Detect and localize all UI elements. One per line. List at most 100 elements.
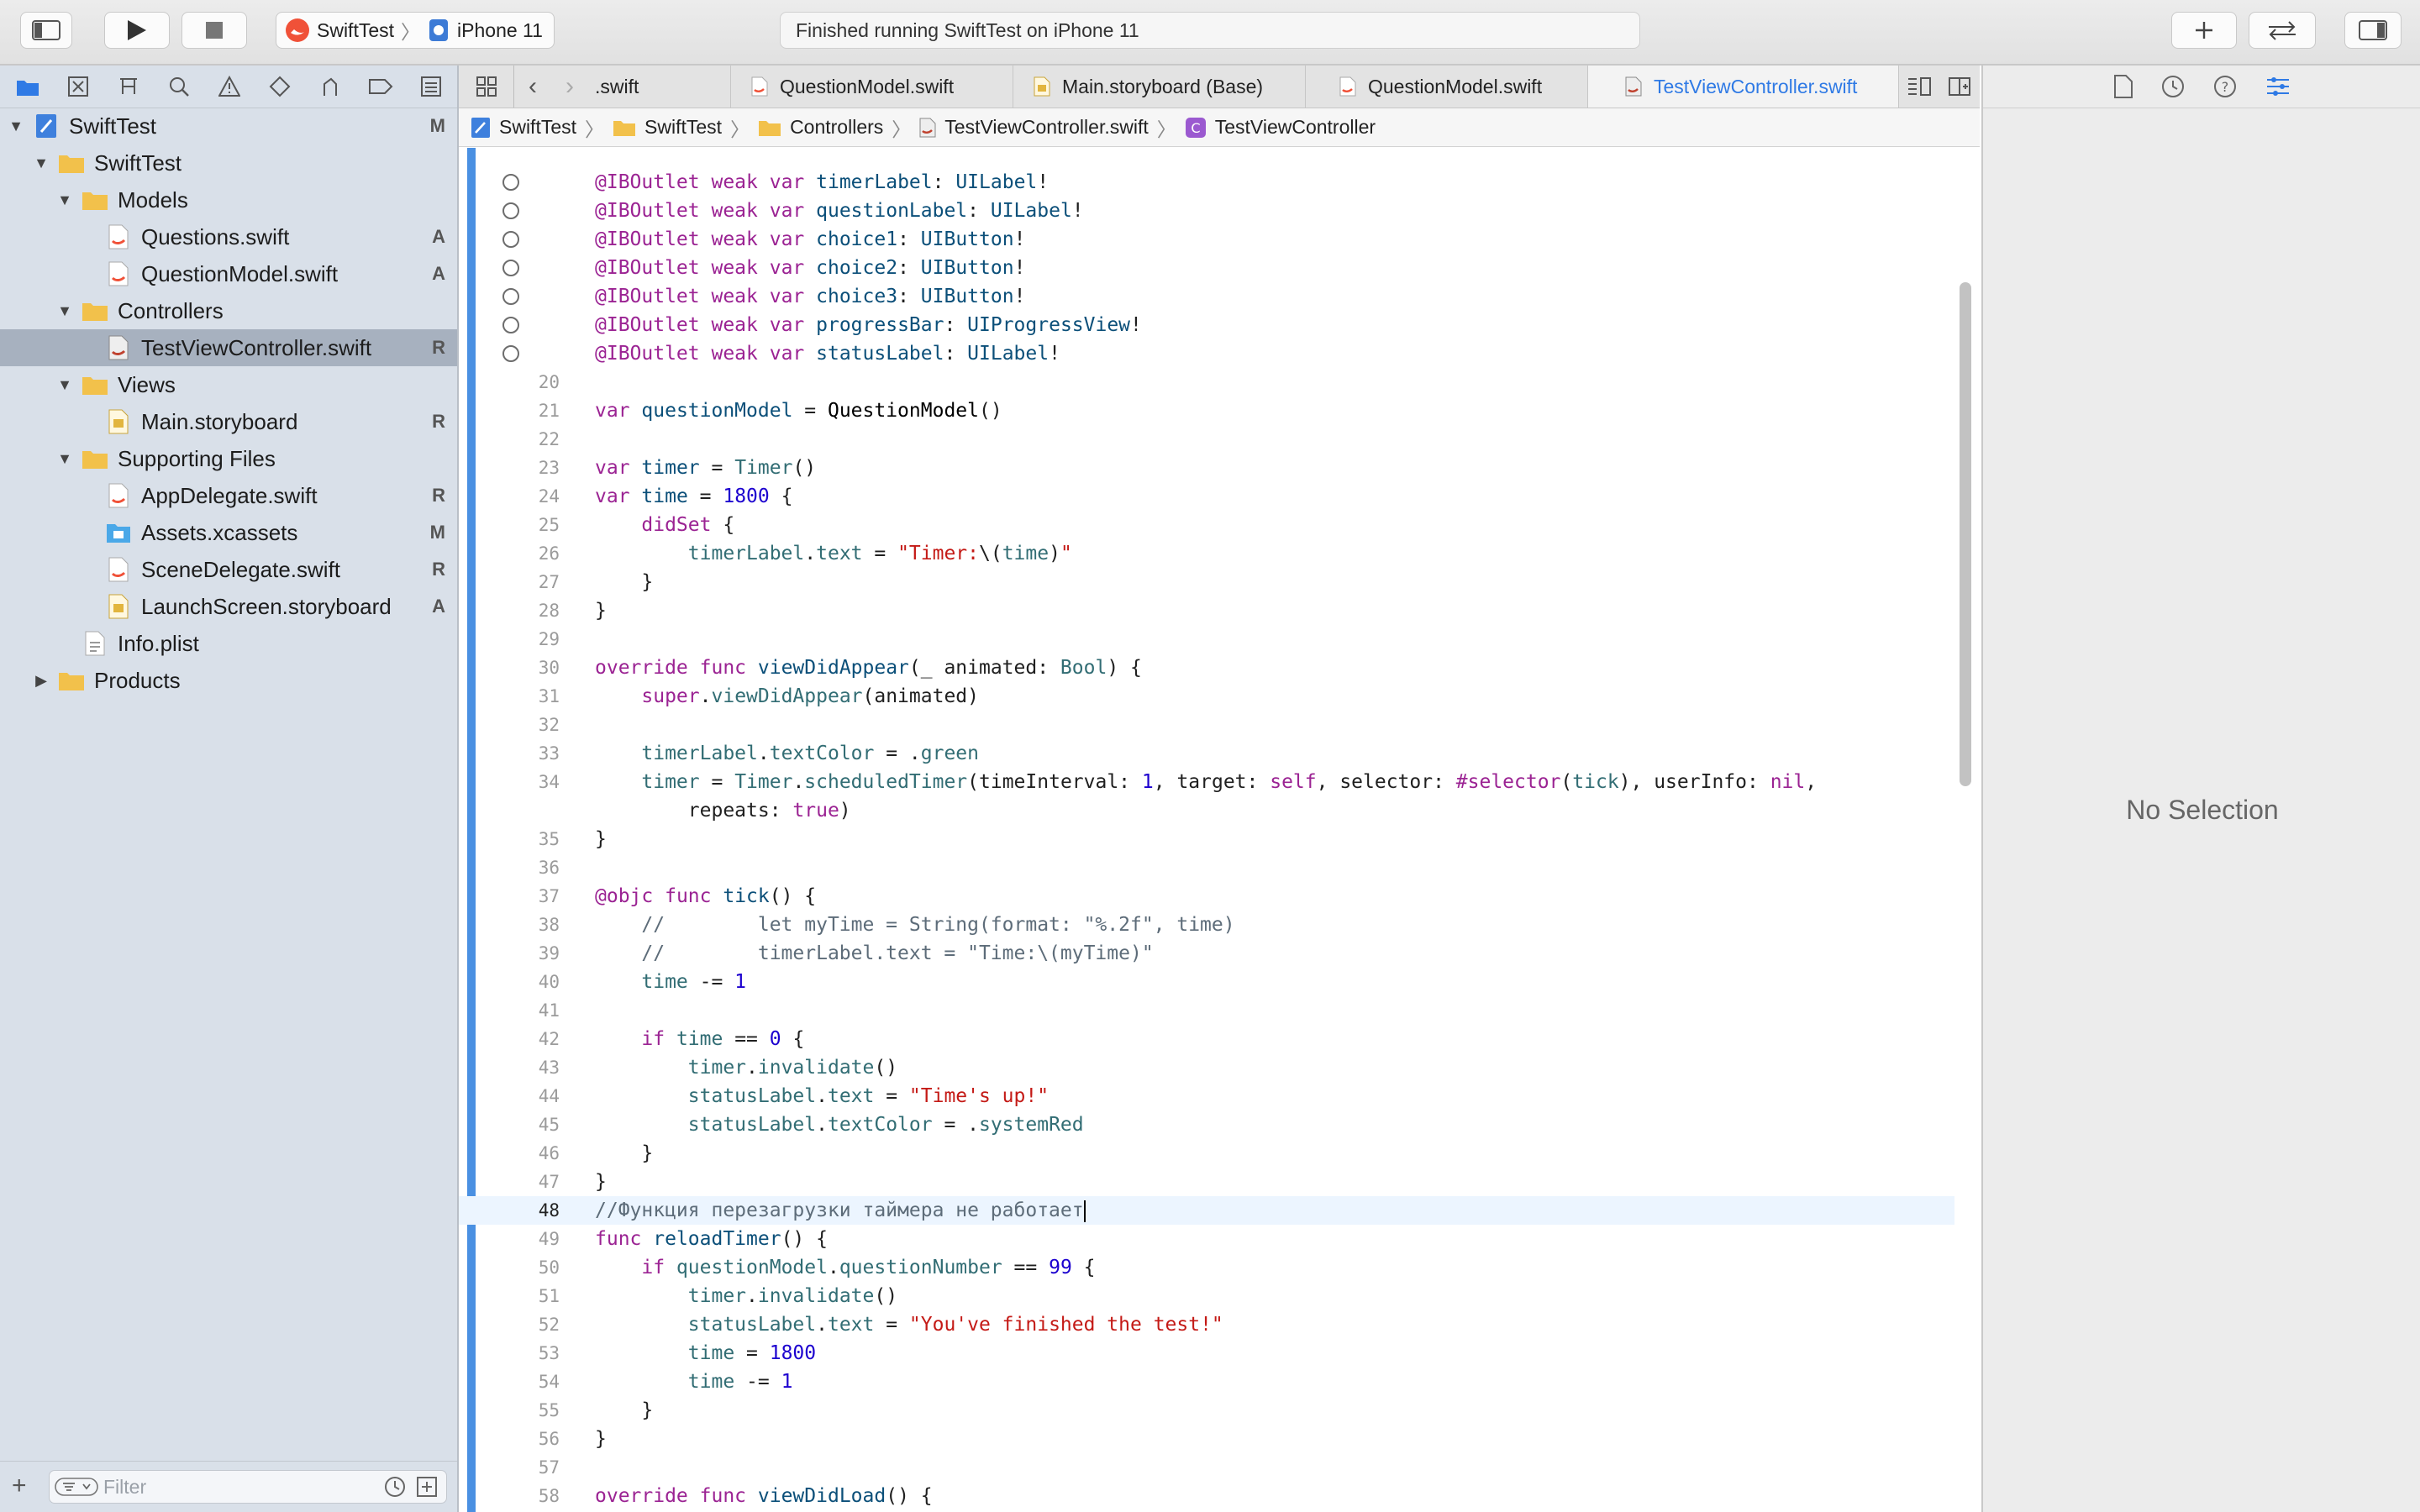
jump-bar-folder[interactable]: Controllers [790, 116, 883, 139]
swift-file-icon [104, 335, 133, 360]
grid-icon[interactable] [459, 66, 514, 108]
scm-status-badge: R [432, 559, 445, 580]
code-line: 55 } [459, 1396, 1954, 1425]
debug-spray-icon[interactable] [318, 74, 343, 99]
scheme-selector[interactable]: SwiftTest 〉 iPhone 11 [276, 12, 555, 49]
outlet-connection-icon[interactable] [502, 202, 519, 219]
tree-row-file[interactable]: LaunchScreen.storyboard A [0, 588, 457, 625]
search-icon[interactable] [166, 74, 192, 99]
tree-item-label: Supporting Files [118, 445, 276, 471]
breakpoint-icon[interactable] [368, 74, 393, 99]
outlet-connection-icon[interactable] [502, 345, 519, 362]
folder-icon[interactable] [15, 74, 40, 99]
tab-questionmodel-2[interactable]: QuestionModel.swift [1306, 66, 1588, 108]
add-file-icon[interactable]: + [12, 1473, 27, 1499]
tree-row-file[interactable]: Questions.swift A [0, 218, 457, 255]
tab-label: .swift [595, 75, 639, 97]
disclosure-open-icon[interactable]: ▼ [55, 192, 74, 209]
storyboard-file-icon [1034, 76, 1050, 97]
tab-swift-file[interactable]: .swift [588, 66, 731, 108]
outlet-connection-icon[interactable] [502, 288, 519, 305]
disclosure-open-icon[interactable]: ▼ [55, 376, 74, 394]
tree-row-file[interactable]: Assets.xcassets M [0, 514, 457, 551]
code-line: 24 var time = 1800 { [459, 482, 1954, 511]
run-button[interactable] [104, 12, 170, 49]
jump-bar-symbol[interactable]: TestViewController [1215, 116, 1376, 139]
tab-label: QuestionModel.swift [780, 75, 955, 97]
tab-questionmodel[interactable]: QuestionModel.swift [731, 66, 1013, 108]
attributes-sliders-icon[interactable] [2265, 75, 2291, 98]
inspector-toggle-button[interactable] [2344, 12, 2402, 49]
line-number: 47 [538, 1172, 560, 1192]
tab-label: TestViewController.swift [1654, 75, 1858, 97]
code-line: 46 } [459, 1139, 1954, 1168]
history-clock-icon[interactable] [2161, 75, 2185, 98]
line-number: 57 [538, 1457, 560, 1478]
disclosure-open-icon[interactable]: ▼ [32, 155, 50, 172]
tree-row-group[interactable]: ▼ Views [0, 366, 457, 403]
report-icon[interactable] [418, 74, 444, 99]
tab-main-storyboard[interactable]: Main.storyboard (Base) [1013, 66, 1306, 108]
scm-status-badge: A [432, 263, 445, 284]
tree-row-file[interactable]: Main.storyboard R [0, 403, 457, 440]
vertical-scrollbar[interactable] [1960, 282, 1971, 786]
disclosure-closed-icon[interactable]: ▶ [32, 672, 50, 690]
code-line: @IBOutlet weak var choice3: UIButton! [459, 282, 1954, 311]
library-button[interactable] [2171, 12, 2237, 49]
source-control-icon[interactable] [66, 74, 91, 99]
tree-row-file[interactable]: SceneDelegate.swift R [0, 551, 457, 588]
line-number: 44 [538, 1086, 560, 1106]
code-line: 23 var timer = Timer() [459, 454, 1954, 482]
code-line: @IBOutlet weak var choice2: UIButton! [459, 254, 1954, 282]
warning-icon[interactable] [217, 74, 242, 99]
tree-row-group[interactable]: ▼ Controllers [0, 292, 457, 329]
tree-row-group[interactable]: ▼ Supporting Files [0, 440, 457, 477]
code-review-button[interactable] [2249, 12, 2316, 49]
outlet-connection-icon[interactable] [502, 260, 519, 276]
tree-row-file[interactable]: AppDelegate.swift R [0, 477, 457, 514]
outlet-connection-icon[interactable] [502, 174, 519, 191]
stop-button[interactable] [182, 12, 247, 49]
test-diamond-icon[interactable] [267, 74, 292, 99]
symbol-hierarchy-icon[interactable] [116, 74, 141, 99]
tree-row-group[interactable]: ▼ SwiftTest [0, 144, 457, 181]
chevron-right-icon: 〉 [892, 118, 912, 140]
tree-row-file[interactable]: QuestionModel.swift A [0, 255, 457, 292]
source-editor[interactable]: @IBOutlet weak var timerLabel: UILabel! … [459, 148, 1980, 1512]
line-number: 41 [538, 1000, 560, 1021]
back-arrow-icon[interactable]: ‹ [514, 66, 551, 108]
add-editor-split-icon[interactable] [1939, 66, 1980, 108]
scheme-project-label: SwiftTest [317, 18, 395, 41]
code-line: repeats: true) [595, 800, 851, 822]
tree-row-group[interactable]: ▶ Products [0, 662, 457, 699]
jump-bar-project[interactable]: SwiftTest [499, 116, 576, 139]
tree-item-label: LaunchScreen.storyboard [141, 593, 392, 619]
folder-icon [759, 120, 781, 136]
jump-bar-group[interactable]: SwiftTest [644, 116, 722, 139]
tree-row-file[interactable]: Info.plist [0, 625, 457, 662]
tree-item-label: Products [94, 667, 181, 693]
recent-files-clock-icon[interactable] [384, 1476, 406, 1498]
code-line: 33 timerLabel.textColor = .green [459, 739, 1954, 768]
tree-row-project[interactable]: ▼ SwiftTest M [0, 108, 457, 144]
navigator-toggle-button[interactable] [20, 12, 72, 49]
help-icon[interactable]: ? [2213, 75, 2237, 98]
source-control-filter-icon[interactable] [416, 1476, 438, 1498]
disclosure-open-icon[interactable]: ▼ [7, 118, 25, 135]
tree-row-group[interactable]: ▼ Models [0, 181, 457, 218]
outlet-connection-icon[interactable] [502, 231, 519, 248]
disclosure-open-icon[interactable]: ▼ [55, 302, 74, 320]
filter-field[interactable]: Filter [49, 1470, 447, 1504]
line-number: 51 [538, 1286, 560, 1306]
jump-bar-file[interactable]: TestViewController.swift [944, 116, 1148, 139]
swap-arrows-icon [2269, 21, 2296, 40]
disclosure-open-icon[interactable]: ▼ [55, 450, 74, 468]
editor-options-icon[interactable] [1899, 66, 1939, 108]
filter-options-icon[interactable] [55, 1476, 98, 1498]
forward-arrow-icon[interactable]: › [551, 66, 588, 108]
tree-row-file-selected[interactable]: TestViewController.swift R [0, 329, 457, 366]
outlet-connection-icon[interactable] [502, 317, 519, 333]
file-inspector-icon[interactable] [2114, 75, 2133, 98]
folder-icon [81, 298, 109, 323]
tab-testviewcontroller[interactable]: TestViewController.swift [1588, 66, 1899, 108]
